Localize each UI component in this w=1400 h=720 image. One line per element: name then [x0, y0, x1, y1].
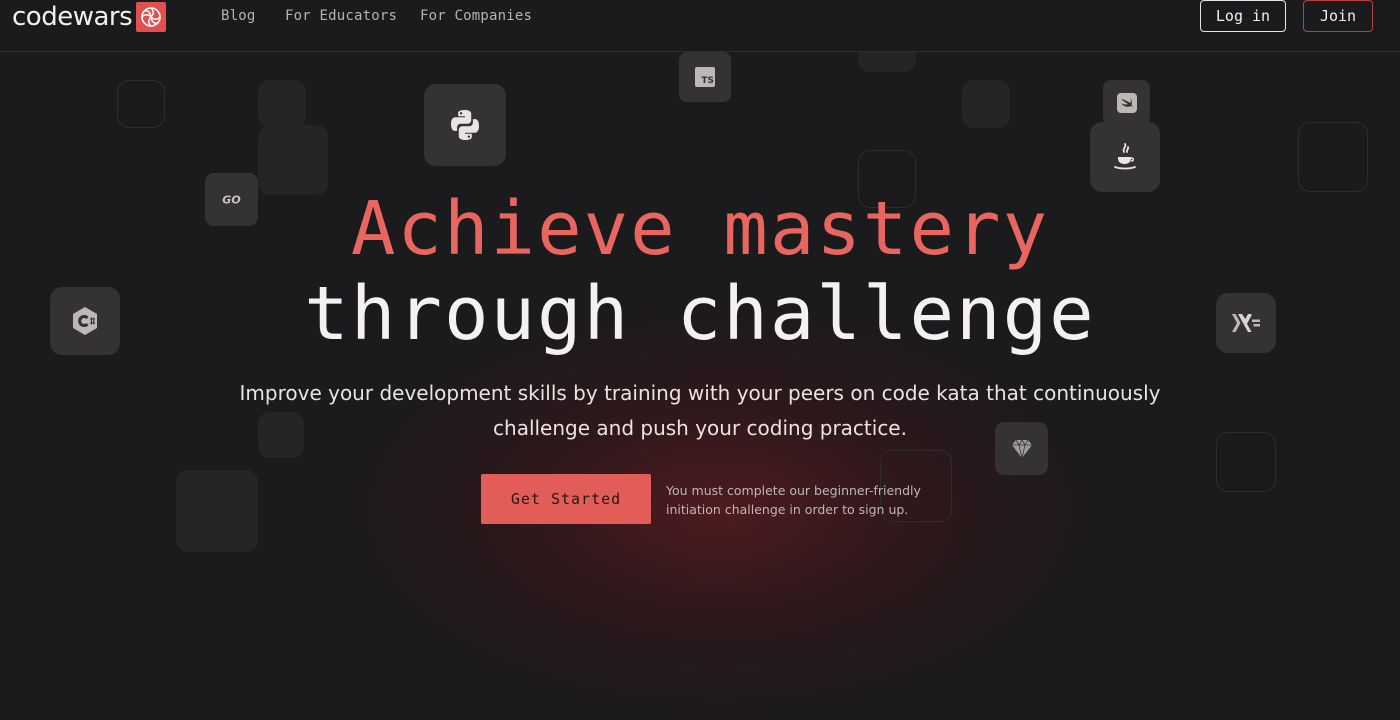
- nav-link-blog[interactable]: Blog: [221, 8, 256, 24]
- nav-link-educators[interactable]: For Educators: [285, 8, 397, 24]
- nav-link-companies[interactable]: For Companies: [420, 8, 532, 24]
- logo-mark-icon: [136, 2, 167, 32]
- decor-tile: [1298, 122, 1368, 192]
- logo-text: codewars: [12, 2, 133, 32]
- python-icon: [451, 110, 479, 140]
- typescript-label: TS: [701, 76, 714, 86]
- decor-tile: [1216, 432, 1276, 492]
- hero-subtitle: Improve your development skills by train…: [200, 376, 1200, 446]
- login-button[interactable]: Log in: [1200, 0, 1286, 32]
- typescript-tile: TS: [679, 52, 731, 102]
- decor-tile: [117, 80, 165, 128]
- cta-note-line2: initiation challenge in order to sign up…: [666, 502, 909, 517]
- codewars-logo[interactable]: codewars: [12, 0, 167, 34]
- java-icon: [1114, 143, 1136, 170]
- cta-note: You must complete our beginner-friendly …: [666, 481, 936, 519]
- hero-title-line1: Achieve mastery: [350, 186, 1050, 272]
- java-tile: [1090, 122, 1160, 192]
- decor-tile: [258, 125, 328, 195]
- swift-icon: [1116, 92, 1137, 113]
- decor-tile: [176, 470, 258, 552]
- swift-tile: [1103, 80, 1150, 125]
- hero-subtitle-line1: Improve your development skills by train…: [239, 381, 1161, 405]
- typescript-icon: TS: [695, 67, 715, 87]
- cta-note-line1: You must complete our beginner-friendly: [666, 483, 921, 498]
- decor-tile: [962, 80, 1010, 128]
- hero-subtitle-line2: challenge and push your coding practice.: [493, 416, 907, 440]
- join-button[interactable]: Join: [1303, 0, 1373, 32]
- hero-title-line2: through challenge: [304, 271, 1096, 357]
- top-navbar: codewars Blog For Educators For Companie…: [0, 0, 1400, 52]
- get-started-button[interactable]: Get Started: [481, 474, 651, 524]
- decor-tile: [258, 80, 306, 128]
- python-tile: [424, 84, 506, 166]
